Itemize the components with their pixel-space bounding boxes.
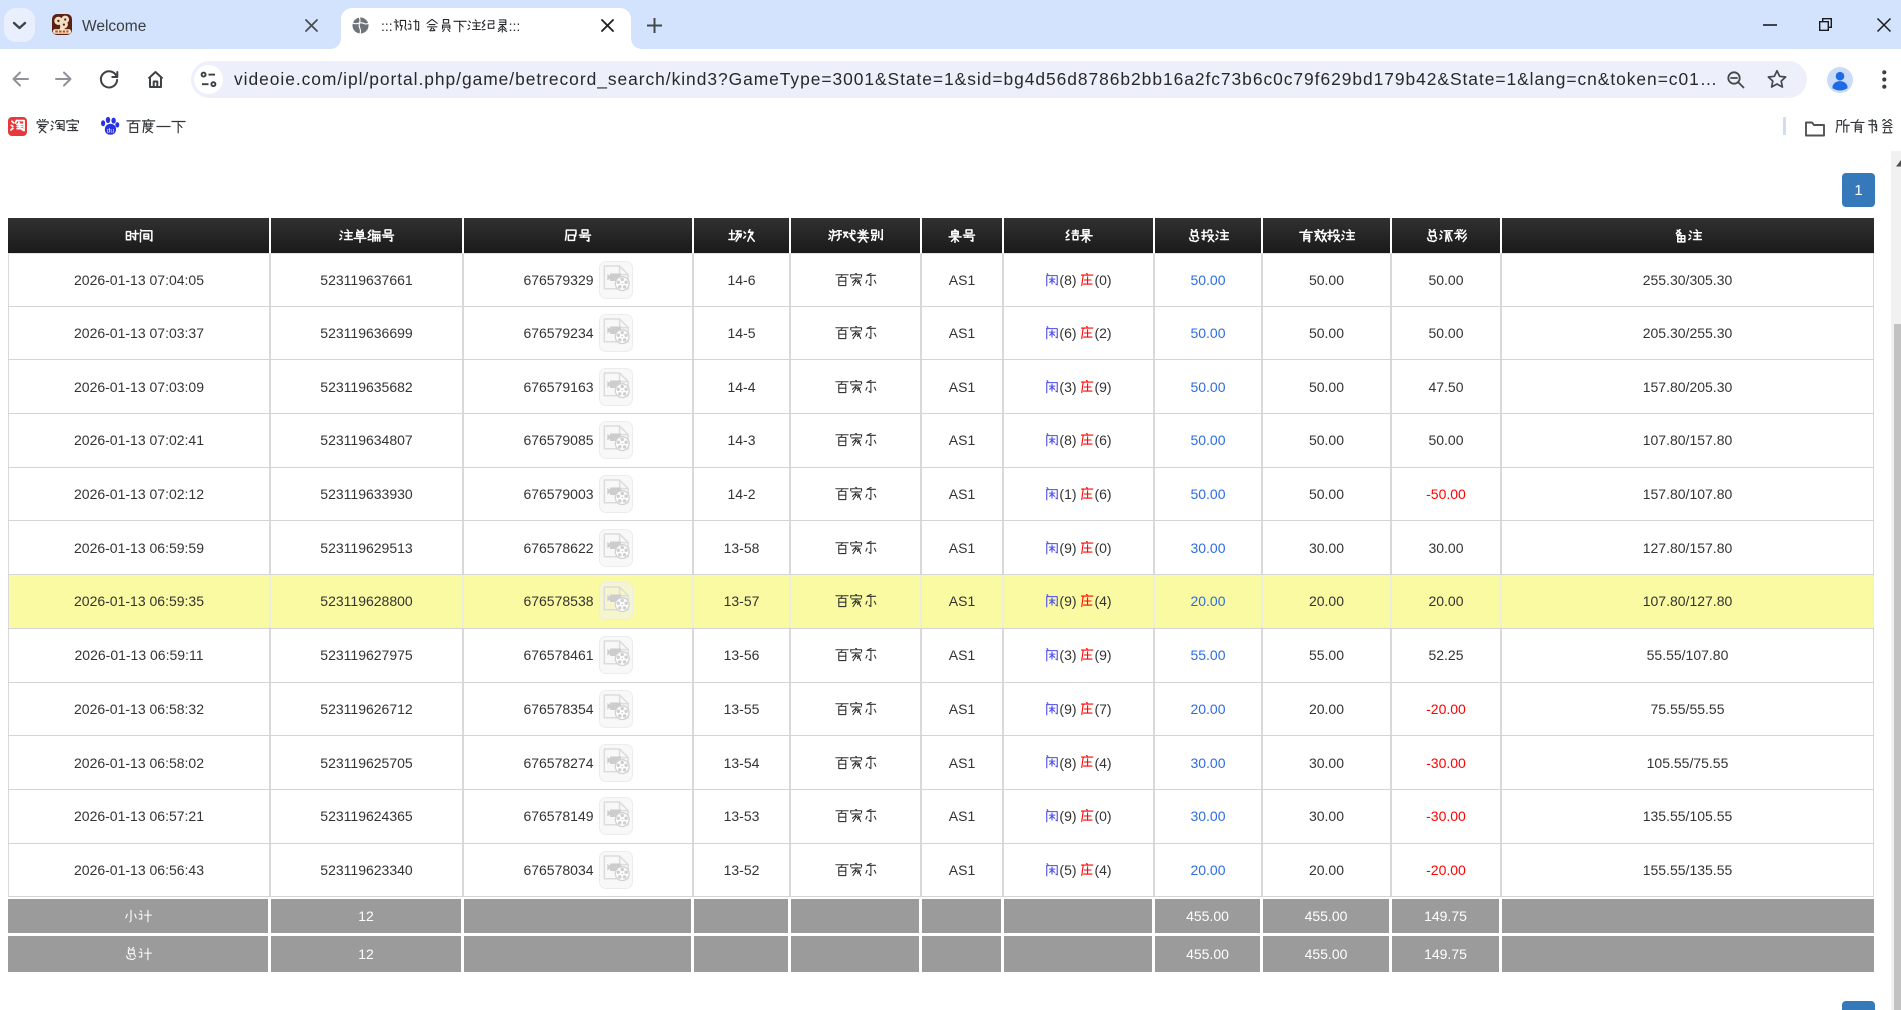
svg-text:du: du [107, 127, 115, 134]
